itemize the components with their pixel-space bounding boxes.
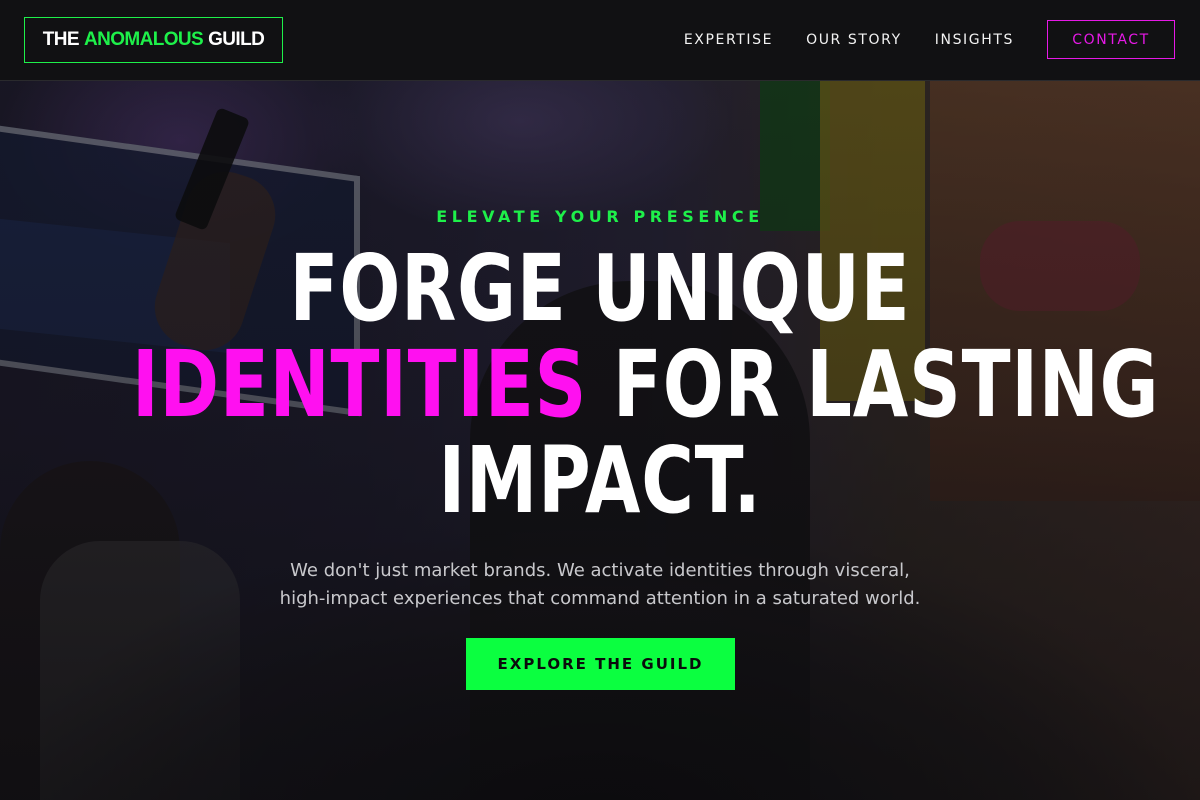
hero-subtext: We don't just market brands. We activate…	[0, 557, 1200, 613]
nav-link-insights[interactable]: INSIGHTS	[935, 32, 1014, 48]
main-nav: EXPERTISE OUR STORY INSIGHTS CONTACT	[684, 20, 1175, 59]
explore-guild-button[interactable]: EXPLORE THE GUILD	[466, 638, 735, 690]
headline-line-2-rest: FOR LASTING	[587, 331, 1160, 438]
headline-line-3: IMPACT.	[438, 427, 762, 534]
logo-word-anomalous: ANOMALOUS	[83, 29, 204, 50]
nav-link-expertise[interactable]: EXPERTISE	[684, 32, 773, 48]
site-header: THE ANOMALOUS GUILD EXPERTISE OUR STORY …	[0, 0, 1200, 81]
logo-word-guild: GUILD	[208, 29, 265, 50]
subtext-line-1: We don't just market brands. We activate…	[290, 560, 910, 581]
headline-line-1: FORGE UNIQUE	[289, 235, 911, 342]
hero-eyebrow: ELEVATE YOUR PRESENCE	[436, 207, 764, 226]
hero-content: ELEVATE YOUR PRESENCE FORGE UNIQUE IDENT…	[0, 81, 1200, 800]
nav-link-our-story[interactable]: OUR STORY	[806, 32, 902, 48]
headline-line-2: IDENTITIES FOR LASTING	[132, 337, 1159, 433]
subtext-line-2: high-impact experiences that command att…	[279, 588, 921, 609]
headline-highlight: IDENTITIES	[132, 331, 588, 438]
hero-section: ELEVATE YOUR PRESENCE FORGE UNIQUE IDENT…	[0, 81, 1200, 800]
logo-word-the: THE	[42, 29, 80, 50]
hero-headline: FORGE UNIQUE IDENTITIES FOR LASTING IMPA…	[132, 235, 1159, 534]
contact-button[interactable]: CONTACT	[1047, 20, 1175, 59]
brand-logo[interactable]: THE ANOMALOUS GUILD	[24, 17, 283, 63]
